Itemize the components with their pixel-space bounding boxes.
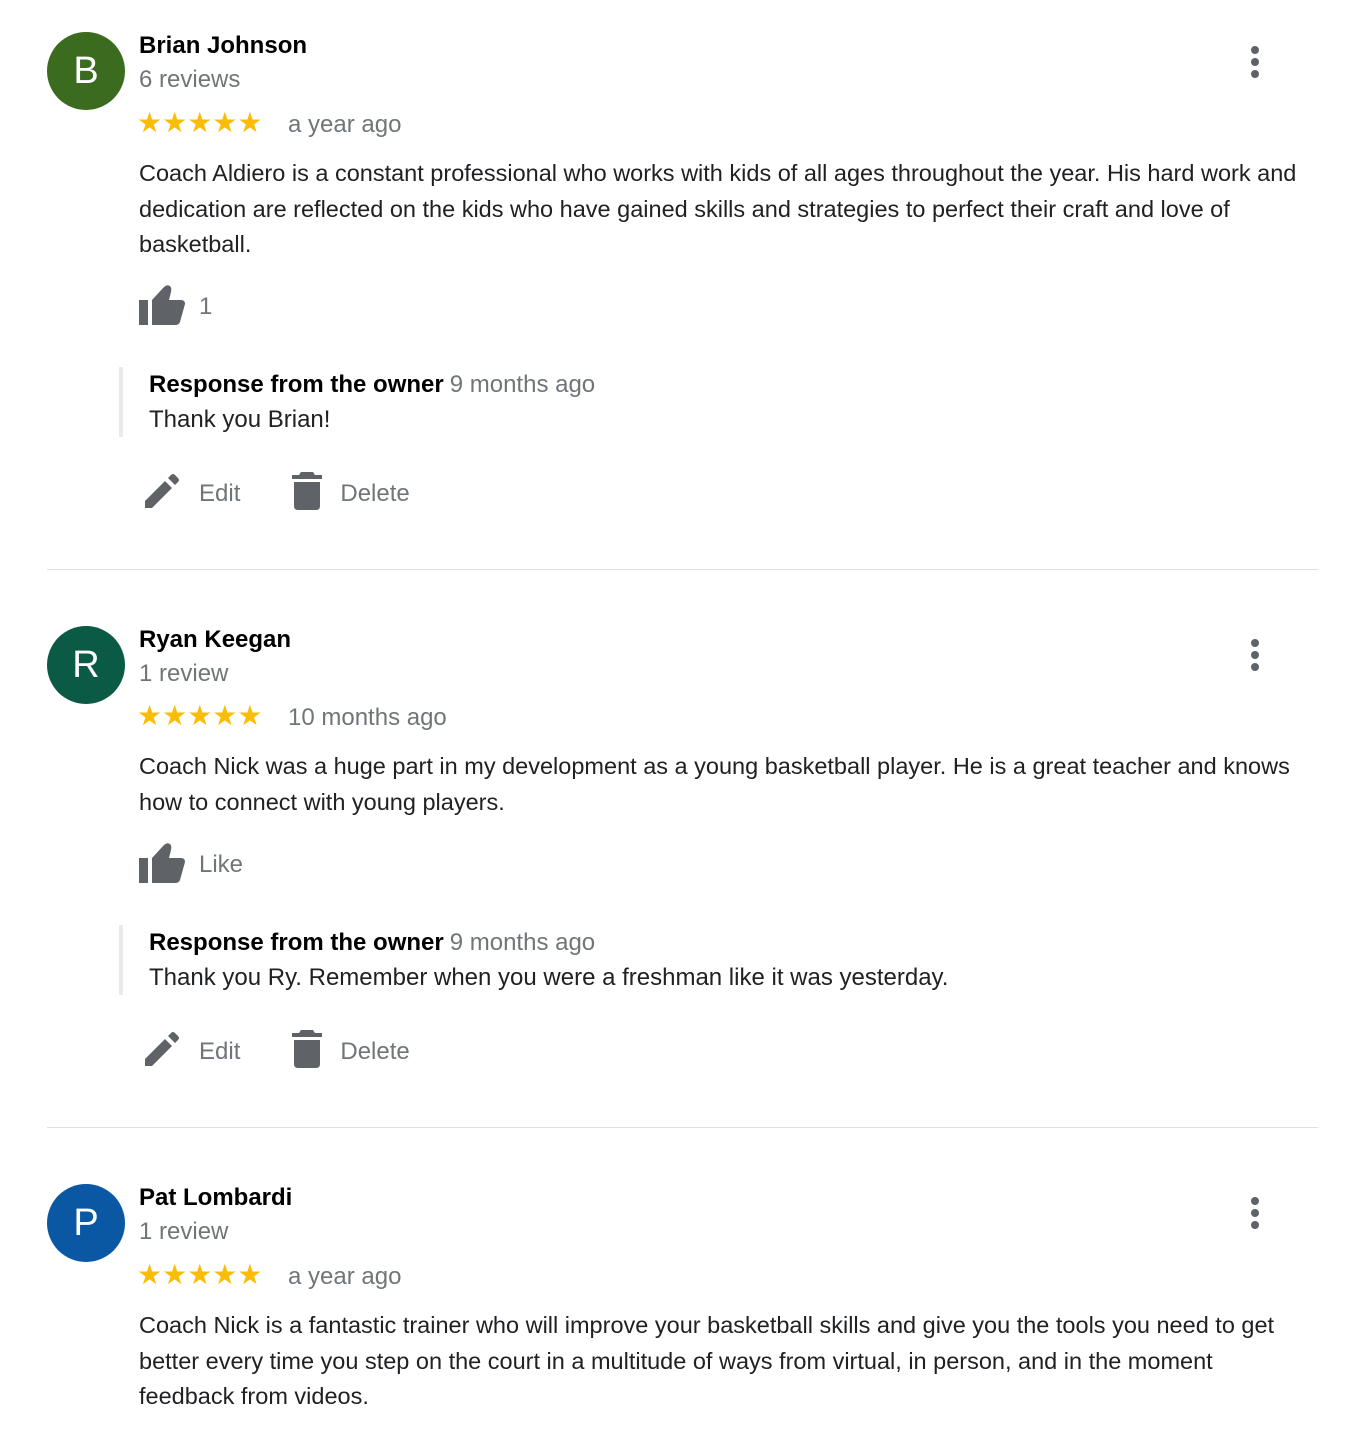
delete-button[interactable]: Delete — [292, 472, 410, 515]
avatar[interactable]: P — [47, 1184, 125, 1262]
reviewer-name[interactable]: Ryan Keegan — [139, 626, 291, 654]
response-actions: Edit Delete — [143, 472, 410, 515]
star-rating: ★★★★★ — [137, 1259, 263, 1290]
more-vert-icon — [1251, 46, 1259, 54]
review-date: a year ago — [288, 1263, 402, 1290]
response-title: Response from the owner — [149, 929, 444, 956]
delete-label: Delete — [340, 479, 410, 507]
pencil-icon — [143, 472, 181, 515]
more-vert-icon — [1251, 639, 1259, 647]
pencil-icon — [143, 1030, 181, 1073]
reviewer-name[interactable]: Brian Johnson — [139, 32, 307, 60]
more-vert-dot — [1251, 1209, 1259, 1217]
response-date: 9 months ago — [449, 371, 596, 398]
response-title: Response from the owner — [149, 371, 444, 398]
thumb-up-icon — [139, 283, 185, 330]
response-date: 9 months ago — [449, 929, 596, 956]
owner-response: Response from the owner 9 months ago Than… — [119, 367, 1299, 437]
more-vert-dot — [1251, 1221, 1259, 1229]
avatar[interactable]: B — [47, 32, 125, 110]
delete-button[interactable]: Delete — [292, 1030, 410, 1073]
review-text: Coach Nick was a huge part in my develop… — [139, 753, 1290, 815]
more-vert-dot — [1251, 663, 1259, 671]
star-rating: ★★★★★ — [137, 700, 263, 731]
edit-button[interactable]: Edit — [143, 1030, 240, 1073]
edit-button[interactable]: Edit — [143, 472, 240, 515]
more-options-button[interactable] — [1238, 1193, 1272, 1233]
review-date: 10 months ago — [288, 704, 447, 731]
more-options-button[interactable] — [1238, 635, 1272, 675]
review-text: Coach Aldiero is a constant professional… — [139, 160, 1297, 257]
owner-response: Response from the owner 9 months ago Than… — [119, 925, 1299, 995]
like-button[interactable]: 1 — [139, 283, 212, 330]
response-header: Response from the owner 9 months ago — [149, 925, 1299, 960]
more-options-button[interactable] — [1238, 42, 1272, 82]
like-button[interactable]: Like — [139, 841, 243, 888]
reviewer-name[interactable]: Pat Lombardi — [139, 1184, 292, 1212]
review-count: 1 review — [139, 1218, 229, 1245]
more-vert-icon — [1251, 1197, 1259, 1205]
more-vert-dot — [1251, 58, 1259, 66]
divider — [47, 1127, 1318, 1128]
like-count: 1 — [199, 292, 213, 320]
divider — [47, 569, 1318, 570]
response-text: Thank you Ry. Remember when you were a f… — [149, 964, 949, 991]
trash-icon — [292, 472, 323, 515]
response-actions: Edit Delete — [143, 1030, 410, 1073]
review-text: Coach Nick is a fantastic trainer who wi… — [139, 1312, 1275, 1409]
trash-icon — [292, 1030, 323, 1073]
like-label: Like — [199, 850, 244, 878]
edit-label: Edit — [199, 479, 241, 507]
response-text: Thank you Brian! — [149, 406, 331, 433]
review-count: 6 reviews — [139, 66, 241, 93]
response-header: Response from the owner 9 months ago — [149, 367, 1299, 402]
star-rating: ★★★★★ — [137, 107, 263, 138]
edit-label: Edit — [199, 1037, 241, 1065]
delete-label: Delete — [340, 1037, 410, 1065]
review-count: 1 review — [139, 660, 229, 687]
avatar[interactable]: R — [47, 626, 125, 704]
review-date: a year ago — [288, 111, 402, 138]
more-vert-dot — [1251, 70, 1259, 78]
more-vert-dot — [1251, 651, 1259, 659]
thumb-up-icon — [139, 841, 185, 888]
